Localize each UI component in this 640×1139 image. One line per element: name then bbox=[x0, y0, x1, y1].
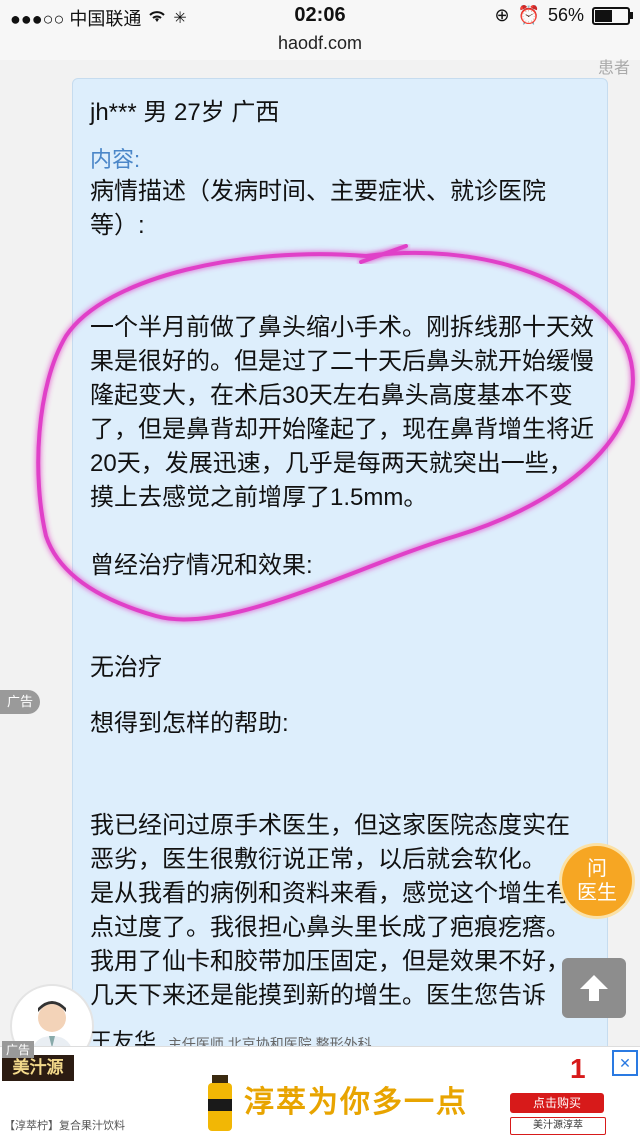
ask-doctor-button[interactable]: 问 医生 bbox=[562, 846, 632, 916]
ad-tag-bottom: 广告 bbox=[2, 1041, 35, 1058]
answer-3-line-4: 点过度了。我很担心鼻头里长成了疤痕疙瘩。 bbox=[90, 914, 570, 941]
top-fragment-text: 患者 bbox=[597, 60, 630, 77]
ask-doctor-line1: 问 bbox=[587, 858, 607, 880]
ad-close-icon[interactable]: ✕ bbox=[612, 1050, 638, 1076]
doctor-name: 王友华 bbox=[90, 1029, 157, 1046]
status-right: ⊕ ⏰ 56% bbox=[494, 5, 633, 26]
alarm-icon: ⏰ bbox=[517, 5, 540, 25]
battery-icon bbox=[592, 6, 633, 25]
answer-3-line-6: 几天下来还是能摸到新的增生。医生您告诉 bbox=[90, 982, 546, 1009]
question-2: 曾经治疗情况和效果: bbox=[90, 552, 313, 579]
answer-3-line-1: 我已经问过原手术医生，但这家医院态度实在 bbox=[90, 812, 570, 839]
doctor-info-strip[interactable]: 王友华 主任医师 北京协和医院 整形外科 bbox=[0, 1024, 560, 1046]
answer-3-line-3: 是从我看的病例和资料来看，感觉这个增生有 bbox=[90, 880, 570, 907]
battery-percent: 56% bbox=[547, 5, 584, 25]
answer-1: 一个半月前做了鼻头缩小手术。刚拆线那十天效果是很好的。但是过了二十天后鼻头就开始… bbox=[90, 314, 594, 511]
side-ad-tag[interactable]: 广告 bbox=[0, 690, 40, 714]
battery-fill bbox=[595, 9, 612, 22]
arrow-up-icon bbox=[580, 975, 608, 1001]
juice-bottle-icon bbox=[208, 1075, 232, 1131]
author-line: jh*** 男 27岁 广西 bbox=[90, 99, 280, 126]
doctor-title: 主任医师 北京协和医院 整形外科 bbox=[167, 1036, 372, 1046]
question-1: 病情描述（发病时间、主要症状、就诊医院等）: bbox=[90, 178, 546, 239]
answer-3-line-5: 我用了仙卡和胶带加压固定，但是效果不好， bbox=[90, 948, 570, 975]
ad-brand-logo: 美汁源 bbox=[2, 1055, 74, 1081]
ad-store-button[interactable]: 美汁源淳萃 bbox=[510, 1117, 606, 1135]
status-bar: ●●●○○ 中国联通 ✳ 02:06 ⊕ ⏰ 56% bbox=[0, 0, 640, 30]
content-label: 内容: bbox=[90, 147, 141, 172]
url-bar[interactable]: haodf.com bbox=[0, 30, 640, 60]
scroll-to-top-button[interactable] bbox=[562, 958, 626, 1018]
ask-doctor-line2: 医生 bbox=[577, 882, 617, 904]
ad-slogan: 淳萃为你多一点 bbox=[244, 1086, 468, 1119]
question-3: 想得到怎样的帮助: bbox=[90, 710, 289, 737]
post-content: jh*** 男 27岁 广西 内容: 病情描述（发病时间、主要症状、就诊医院等）… bbox=[90, 92, 596, 1013]
orientation-lock-icon: ⊕ bbox=[494, 5, 510, 25]
ad-banner[interactable]: 美汁源 广告 淳萃为你多一点 【淳萃柠】复合果汁饮料 1 点击购买 美汁源淳萃 bbox=[0, 1041, 640, 1139]
answer-2: 无治疗 bbox=[90, 654, 162, 681]
answer-3-line-2: 恶劣，医生很敷衍说正常，以后就会软化。 bbox=[90, 846, 546, 873]
ad-fine-print: 【淳萃柠】复合果汁饮料 bbox=[4, 1120, 125, 1132]
ad-number-badge: 1 bbox=[570, 1053, 586, 1084]
ad-buy-button[interactable]: 点击购买 bbox=[510, 1093, 604, 1113]
